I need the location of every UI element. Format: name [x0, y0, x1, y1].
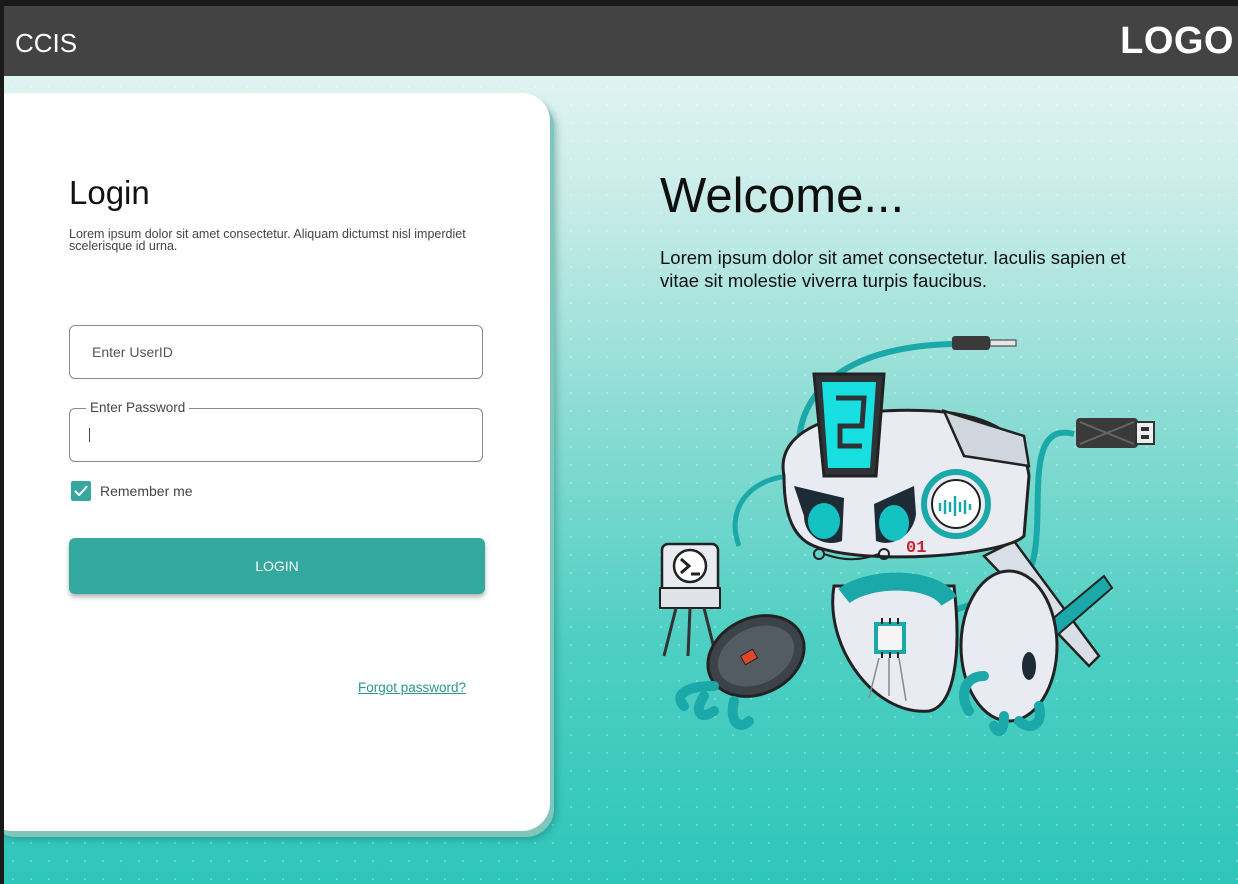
chip-icon	[874, 618, 906, 658]
chip-label: 01	[906, 539, 926, 558]
login-title: Login	[69, 174, 150, 211]
terminal-icon	[659, 542, 721, 657]
welcome-description: Lorem ipsum dolor sit amet consectetur. …	[660, 247, 1126, 291]
remember-checkbox[interactable]	[71, 481, 91, 501]
remember-me[interactable]: Remember me	[71, 480, 193, 502]
welcome-title: Welcome...	[660, 169, 905, 223]
remember-label: Remember me	[100, 483, 193, 499]
text-cursor	[89, 428, 90, 442]
checkmark-icon	[74, 485, 88, 496]
app-name: CCIS	[15, 28, 78, 58]
usb-plug-icon	[1076, 418, 1155, 448]
audio-jack-icon	[952, 336, 1017, 350]
top-bar: CCIS LOGO	[4, 6, 1238, 76]
computer-mouse-icon	[706, 614, 806, 698]
password-field[interactable]: Enter Password	[69, 400, 483, 462]
login-button[interactable]: LOGIN	[69, 538, 485, 594]
userid-input[interactable]	[90, 343, 454, 361]
robot-illustration: 01	[659, 336, 1155, 737]
userid-field[interactable]	[69, 325, 483, 379]
app-frame: CCIS LOGO Login Lorem ipsum dolor sit am…	[4, 6, 1238, 884]
password-label: Enter Password	[86, 400, 190, 415]
forgot-password-link[interactable]: Forgot password?	[358, 680, 466, 695]
logo: LOGO	[1120, 20, 1234, 62]
login-description: Lorem ipsum dolor sit amet consectetur. …	[69, 227, 466, 253]
